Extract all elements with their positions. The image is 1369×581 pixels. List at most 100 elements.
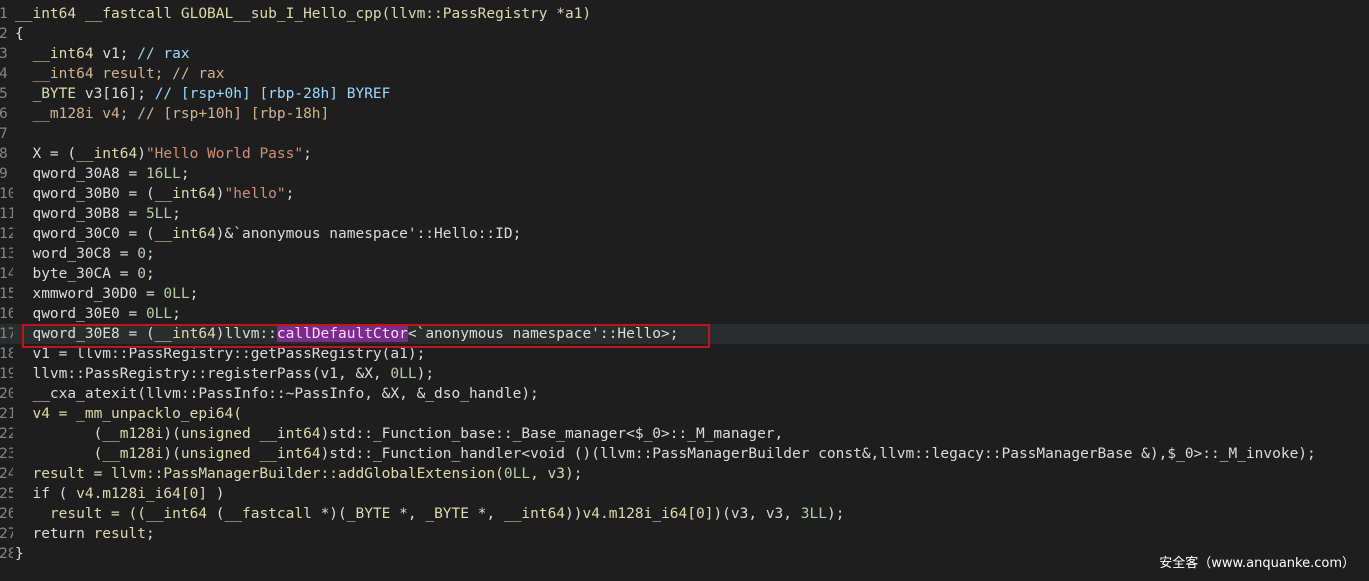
code-token: <`anonymous namespace'::Hello>; xyxy=(407,326,679,342)
code-token: __fastcall xyxy=(224,506,312,522)
code-line[interactable]: 19 llvm::PassRegistry::registerPass(v1, … xyxy=(0,364,1369,384)
code-text[interactable]: } xyxy=(15,544,24,564)
line-number: 25 xyxy=(0,486,13,502)
line-number: 17 xyxy=(0,326,13,342)
code-line[interactable]: 3 __int64 v1; // rax xyxy=(0,44,1369,64)
code-token: ( xyxy=(15,426,103,442)
code-token: } xyxy=(15,546,24,562)
code-line[interactable]: 14 byte_30CA = 0; xyxy=(0,264,1369,284)
code-line[interactable]: 9 qword_30A8 = 16LL; xyxy=(0,164,1369,184)
line-number: 21 xyxy=(0,406,13,422)
code-token: qword_30E8 = ( xyxy=(15,326,155,342)
line-number: 20 xyxy=(0,386,13,402)
code-token: 0LL xyxy=(163,286,190,302)
code-token: )) xyxy=(565,506,583,522)
code-text[interactable]: __cxa_atexit(llvm::PassInfo::~PassInfo, … xyxy=(15,384,539,404)
code-token: { xyxy=(15,26,24,42)
code-token: v4.m128i_i64[0] xyxy=(76,486,208,502)
code-token: byte_30CA = xyxy=(15,266,138,282)
code-line[interactable]: 11 qword_30B8 = 5LL; xyxy=(0,204,1369,224)
code-line[interactable]: 18 v1 = llvm::PassRegistry::getPassRegis… xyxy=(0,344,1369,364)
code-text[interactable]: (__m128i)(unsigned __int64)std::_Functio… xyxy=(15,444,1316,464)
code-text[interactable]: return result; xyxy=(15,524,154,544)
code-text[interactable]: v4 = _mm_unpacklo_epi64( xyxy=(15,404,242,424)
code-token: __int64 xyxy=(154,186,216,202)
code-token: , v3); xyxy=(530,466,583,482)
code-text[interactable]: result = llvm::PassManagerBuilder::addGl… xyxy=(15,464,582,484)
line-number: 15 xyxy=(0,286,13,302)
code-token: __int64 xyxy=(145,506,208,522)
code-text[interactable]: qword_30C0 = (__int64)&`anonymous namesp… xyxy=(15,224,521,244)
code-token: v4.m128i_i64[0] xyxy=(582,506,714,522)
code-line[interactable]: 7 xyxy=(0,124,1369,144)
code-token: __cxa_atexit(llvm::PassInfo::~PassInfo, … xyxy=(15,386,539,402)
code-text[interactable]: qword_30A8 = 16LL; xyxy=(15,164,190,184)
code-text[interactable]: qword_30B8 = 5LL; xyxy=(15,204,180,224)
code-line[interactable]: 15 xmmword_30D0 = 0LL; xyxy=(0,284,1369,304)
code-line[interactable]: 25 if ( v4.m128i_i64[0] ) xyxy=(0,484,1369,504)
code-text[interactable]: qword_30B0 = (__int64)"hello"; xyxy=(15,184,294,204)
code-text[interactable]: _BYTE v3[16]; // [rsp+0h] [rbp-28h] BYRE… xyxy=(15,84,390,104)
code-line[interactable]: 22 (__m128i)(unsigned __int64)std::_Func… xyxy=(0,424,1369,444)
code-text[interactable]: __int64 result; // rax xyxy=(15,64,224,84)
code-text[interactable]: { xyxy=(15,24,24,44)
code-token: *)( xyxy=(311,506,347,522)
code-token: "hello" xyxy=(224,186,286,202)
code-text[interactable]: qword_30E8 = (__int64)llvm::callDefaultC… xyxy=(15,324,678,344)
code-token: ; xyxy=(180,166,190,182)
code-text[interactable]: (__m128i)(unsigned __int64)std::_Functio… xyxy=(15,424,784,444)
code-line[interactable]: 10 qword_30B0 = (__int64)"hello"; xyxy=(0,184,1369,204)
code-token: ; xyxy=(285,186,295,202)
code-text[interactable]: X = (__int64)"Hello World Pass"; xyxy=(15,144,311,164)
code-line[interactable]: 23 (__m128i)(unsigned __int64)std::_Func… xyxy=(0,444,1369,464)
code-text[interactable]: xmmword_30D0 = 0LL; xyxy=(15,284,198,304)
code-text[interactable]: __int64 __fastcall GLOBAL__sub_I_Hello_c… xyxy=(15,4,591,24)
code-line[interactable]: 4 __int64 result; // rax xyxy=(0,64,1369,84)
code-token: llvm::PassRegistry::registerPass(v1, &X, xyxy=(15,366,391,382)
code-token: )&`anonymous namespace'::Hello::ID; xyxy=(215,226,522,242)
code-line[interactable]: 5 _BYTE v3[16]; // [rsp+0h] [rbp-28h] BY… xyxy=(0,84,1369,104)
code-text[interactable]: v1 = llvm::PassRegistry::getPassRegistry… xyxy=(15,344,425,364)
code-token: // rax xyxy=(137,46,190,62)
line-number: 4 xyxy=(0,66,8,82)
code-line[interactable]: 24 result = llvm::PassManagerBuilder::ad… xyxy=(0,464,1369,484)
code-line[interactable]: 26 result = ((__int64 (__fastcall *)(_BY… xyxy=(0,504,1369,524)
code-line[interactable]: 27 return result; xyxy=(0,524,1369,544)
line-number: 27 xyxy=(0,526,13,542)
code-text[interactable]: __m128i v4; // [rsp+10h] [rbp-18h] xyxy=(15,104,329,124)
code-token: if ( xyxy=(15,486,77,502)
code-line[interactable]: 6 __m128i v4; // [rsp+10h] [rbp-18h] xyxy=(0,104,1369,124)
code-line[interactable]: 21 v4 = _mm_unpacklo_epi64( xyxy=(0,404,1369,424)
code-line[interactable]: 17 qword_30E8 = (__int64)llvm::callDefau… xyxy=(0,324,1369,344)
line-number: 3 xyxy=(0,46,8,62)
line-number: 2 xyxy=(0,26,8,42)
code-editor[interactable]: 1 __int64 __fastcall GLOBAL__sub_I_Hello_… xyxy=(0,4,1369,564)
line-number: 5 xyxy=(0,86,8,102)
code-token: unsigned __int64 xyxy=(180,446,321,462)
code-line[interactable]: 8 X = (__int64)"Hello World Pass"; xyxy=(0,144,1369,164)
code-line[interactable]: 12 qword_30C0 = (__int64)&`anonymous nam… xyxy=(0,224,1369,244)
code-token: v3[16]; xyxy=(84,86,155,102)
code-token: ) xyxy=(215,186,225,202)
code-token: )( xyxy=(163,426,181,442)
code-text[interactable]: result = ((__int64 (__fastcall *)(_BYTE … xyxy=(15,504,845,524)
code-token: X = ( xyxy=(15,146,77,162)
code-line[interactable]: 13 word_30C8 = 0; xyxy=(0,244,1369,264)
code-text[interactable]: byte_30CA = 0; xyxy=(15,264,154,284)
code-line[interactable]: 16 qword_30E0 = 0LL; xyxy=(0,304,1369,324)
code-line[interactable]: 2{ xyxy=(0,24,1369,44)
code-token: __m128i v4; // [rsp+10h] [rbp-18h] xyxy=(15,106,330,122)
code-text[interactable]: word_30C8 = 0; xyxy=(15,244,154,264)
code-token: ) xyxy=(207,486,225,502)
code-token: )(v3, v3, xyxy=(713,506,801,522)
code-token: ); xyxy=(416,366,435,382)
code-text[interactable]: llvm::PassRegistry::registerPass(v1, &X,… xyxy=(15,364,434,384)
code-token: __int64 xyxy=(503,506,566,522)
code-line[interactable]: 20 __cxa_atexit(llvm::PassInfo::~PassInf… xyxy=(0,384,1369,404)
code-text[interactable]: if ( v4.m128i_i64[0] ) xyxy=(15,484,225,504)
line-number: 8 xyxy=(0,146,8,162)
code-token: result = llvm::PassManagerBuilder::addGl… xyxy=(15,466,504,482)
code-text[interactable]: qword_30E0 = 0LL; xyxy=(15,304,180,324)
code-text[interactable]: __int64 v1; // rax xyxy=(15,44,190,64)
code-line[interactable]: 1 __int64 __fastcall GLOBAL__sub_I_Hello_… xyxy=(0,4,1369,24)
